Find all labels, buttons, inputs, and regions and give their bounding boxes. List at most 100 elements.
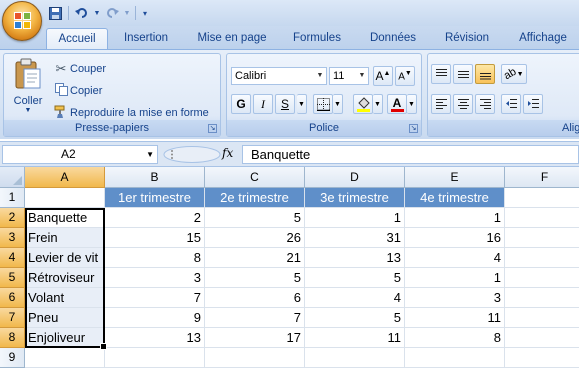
borders-dropdown-icon[interactable]: ▼ xyxy=(333,94,343,114)
quarter-header-cell[interactable]: 4e trimestre xyxy=(405,188,505,208)
column-header-c[interactable]: C xyxy=(205,167,305,188)
fill-color-button[interactable] xyxy=(353,94,373,114)
undo-dropdown-icon[interactable]: ▼ xyxy=(93,5,101,21)
value-cell[interactable]: 26 xyxy=(205,228,305,248)
spreadsheet-grid[interactable]: 1er trimestre 2e trimestre 3e trimestre 4e … xyxy=(0,167,579,389)
value-cell[interactable]: 4 xyxy=(305,288,405,308)
italic-button[interactable]: I xyxy=(253,94,273,114)
underline-button[interactable]: S xyxy=(275,94,295,114)
value-cell[interactable]: 1 xyxy=(405,268,505,288)
empty-cell[interactable] xyxy=(505,228,579,248)
name-box[interactable]: A2 ▼ xyxy=(2,145,158,164)
value-cell[interactable]: 1 xyxy=(405,208,505,228)
value-cell[interactable]: 5 xyxy=(305,268,405,288)
value-cell[interactable]: 6 xyxy=(205,288,305,308)
empty-cell[interactable] xyxy=(205,348,305,368)
align-center-button[interactable] xyxy=(453,94,473,114)
value-cell[interactable]: 13 xyxy=(305,248,405,268)
tab-accueil[interactable]: Accueil xyxy=(46,28,108,50)
save-icon[interactable] xyxy=(46,5,64,21)
underline-dropdown-icon[interactable]: ▼ xyxy=(297,94,307,114)
empty-cell[interactable] xyxy=(505,308,579,328)
value-cell[interactable]: 5 xyxy=(205,208,305,228)
empty-cell[interactable] xyxy=(505,248,579,268)
redo-icon[interactable] xyxy=(103,5,121,21)
empty-cell[interactable] xyxy=(105,348,205,368)
tab-donnees[interactable]: Données xyxy=(362,28,424,50)
empty-cell[interactable] xyxy=(505,348,579,368)
customize-qat-icon[interactable]: ▾ xyxy=(140,5,150,21)
column-header-a[interactable]: A xyxy=(25,167,105,188)
value-cell[interactable]: 5 xyxy=(305,308,405,328)
align-right-button[interactable] xyxy=(475,94,495,114)
empty-cell[interactable] xyxy=(505,268,579,288)
grow-font-button[interactable]: A▲ xyxy=(373,66,393,86)
column-header-d[interactable]: D xyxy=(305,167,405,188)
value-cell[interactable]: 2 xyxy=(105,208,205,228)
value-cell[interactable]: 3 xyxy=(405,288,505,308)
value-cell[interactable]: 4 xyxy=(405,248,505,268)
quarter-header-cell[interactable]: 1er trimestre xyxy=(105,188,205,208)
value-cell[interactable]: 16 xyxy=(405,228,505,248)
row-header-6[interactable]: 6 xyxy=(0,288,25,308)
row-header-1[interactable]: 1 xyxy=(0,188,25,208)
value-cell[interactable]: 7 xyxy=(105,288,205,308)
font-name-dropdown-icon[interactable]: ▼ xyxy=(314,68,326,84)
font-size-combo[interactable]: 11 ▼ xyxy=(329,67,369,85)
orientation-button[interactable]: ab ▼ xyxy=(501,64,527,84)
value-cell[interactable]: 17 xyxy=(205,328,305,348)
align-left-button[interactable] xyxy=(431,94,451,114)
copy-button[interactable]: Copier xyxy=(52,82,102,100)
font-name-combo[interactable]: Calibri ▼ xyxy=(231,67,327,85)
row-label-cell[interactable]: Frein xyxy=(25,228,105,248)
font-size-dropdown-icon[interactable]: ▼ xyxy=(356,68,368,84)
row-header-3[interactable]: 3 xyxy=(0,228,25,248)
row-label-cell[interactable]: Levier de vit xyxy=(25,248,105,268)
value-cell[interactable]: 15 xyxy=(105,228,205,248)
tab-mise-en-page[interactable]: Mise en page xyxy=(190,28,274,50)
value-cell[interactable]: 31 xyxy=(305,228,405,248)
value-cell[interactable]: 7 xyxy=(205,308,305,328)
formula-input[interactable]: Banquette xyxy=(242,145,579,164)
value-cell[interactable]: 11 xyxy=(305,328,405,348)
column-header-e[interactable]: E xyxy=(405,167,505,188)
font-launcher-icon[interactable]: ↘ xyxy=(409,124,418,133)
tab-affichage[interactable]: Affichage xyxy=(510,28,576,50)
shrink-font-button[interactable]: A▼ xyxy=(395,66,415,86)
empty-cell[interactable] xyxy=(305,348,405,368)
insert-function-button[interactable]: fx xyxy=(222,146,233,160)
empty-cell[interactable] xyxy=(505,208,579,228)
row-header-8[interactable]: 8 xyxy=(0,328,25,348)
borders-button[interactable] xyxy=(313,94,333,114)
row-label-cell[interactable]: Rétroviseur xyxy=(25,268,105,288)
paste-button[interactable]: Coller ▼ xyxy=(9,58,47,122)
value-cell[interactable]: 1 xyxy=(305,208,405,228)
align-top-button[interactable] xyxy=(431,64,451,84)
value-cell[interactable]: 21 xyxy=(205,248,305,268)
row-label-cell[interactable]: Pneu xyxy=(25,308,105,328)
empty-cell[interactable] xyxy=(505,328,579,348)
row-header-9[interactable]: 9 xyxy=(0,348,25,368)
align-middle-button[interactable] xyxy=(453,64,473,84)
select-all-corner[interactable] xyxy=(0,167,25,188)
quarter-header-cell[interactable]: 2e trimestre xyxy=(205,188,305,208)
tab-revision[interactable]: Révision xyxy=(436,28,498,50)
row-label-cell[interactable]: Volant xyxy=(25,288,105,308)
column-header-f[interactable]: F xyxy=(505,167,579,188)
empty-cell[interactable] xyxy=(405,348,505,368)
empty-cell[interactable] xyxy=(505,288,579,308)
cut-button[interactable]: ✂ Couper xyxy=(52,60,107,78)
value-cell[interactable]: 11 xyxy=(405,308,505,328)
row-header-4[interactable]: 4 xyxy=(0,248,25,268)
empty-cell[interactable] xyxy=(25,348,105,368)
cell-a1[interactable] xyxy=(25,188,105,208)
office-button[interactable] xyxy=(2,1,42,41)
undo-icon[interactable] xyxy=(73,5,91,21)
column-header-b[interactable]: B xyxy=(105,167,205,188)
align-bottom-button[interactable] xyxy=(475,64,495,84)
font-color-button[interactable]: A xyxy=(387,94,407,114)
value-cell[interactable]: 8 xyxy=(405,328,505,348)
row-label-cell[interactable]: Banquette xyxy=(25,208,105,228)
increase-indent-button[interactable] xyxy=(523,94,543,114)
name-box-dropdown-icon[interactable]: ▼ xyxy=(146,146,154,163)
